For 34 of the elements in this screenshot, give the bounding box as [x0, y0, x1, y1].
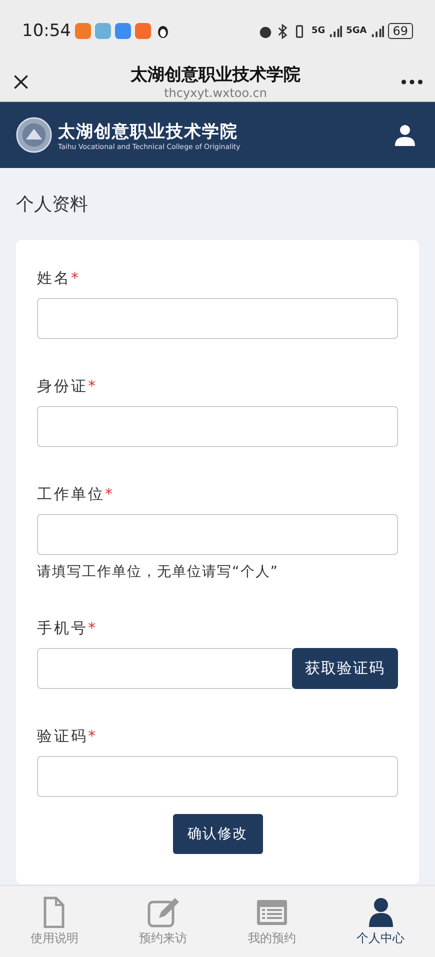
emblem-icon: [16, 117, 52, 153]
close-icon[interactable]: [12, 72, 30, 90]
input-field[interactable]: [37, 514, 398, 555]
field-label: 身份证*: [37, 377, 98, 396]
input-field[interactable]: [37, 298, 398, 339]
pencil-icon: [146, 896, 180, 928]
college-name: 太湖创意职业技术学院: [58, 120, 239, 142]
battery-level: 69: [388, 23, 413, 39]
confirm-button[interactable]: 确认修改: [172, 814, 262, 854]
page-url: thcyxyt.wxtoo.cn: [164, 86, 267, 100]
app-icon: [75, 23, 91, 39]
input-field[interactable]: [37, 756, 398, 797]
network-label: 5G: [311, 26, 326, 36]
user-icon[interactable]: [393, 123, 417, 147]
app-icon: [95, 23, 111, 39]
get-code-button[interactable]: 获取验证码: [292, 648, 398, 689]
field-label: 验证码*: [37, 727, 98, 746]
input-field[interactable]: [37, 406, 398, 447]
signal-icon: [329, 24, 342, 38]
field-label: 姓名*: [37, 269, 82, 288]
app-icon: [115, 23, 131, 39]
bluetooth-icon: [277, 24, 288, 38]
page-title: 太湖创意职业技术学院: [130, 64, 300, 86]
input-field[interactable]: [37, 648, 292, 689]
field-label: 手机号*: [37, 619, 98, 638]
signal-icon: [370, 24, 384, 38]
network-label: 5GA: [346, 26, 367, 36]
field-label: 工作单位*: [37, 485, 116, 504]
nav-tab[interactable]: 个人中心: [326, 886, 435, 957]
field-hint: 请填写工作单位，无单位请写“个人”: [37, 563, 280, 581]
app-icon: [135, 23, 151, 39]
more-icon[interactable]: [401, 78, 423, 84]
status-time: 10:54: [22, 21, 71, 41]
section-heading: 个人资料: [15, 193, 89, 217]
